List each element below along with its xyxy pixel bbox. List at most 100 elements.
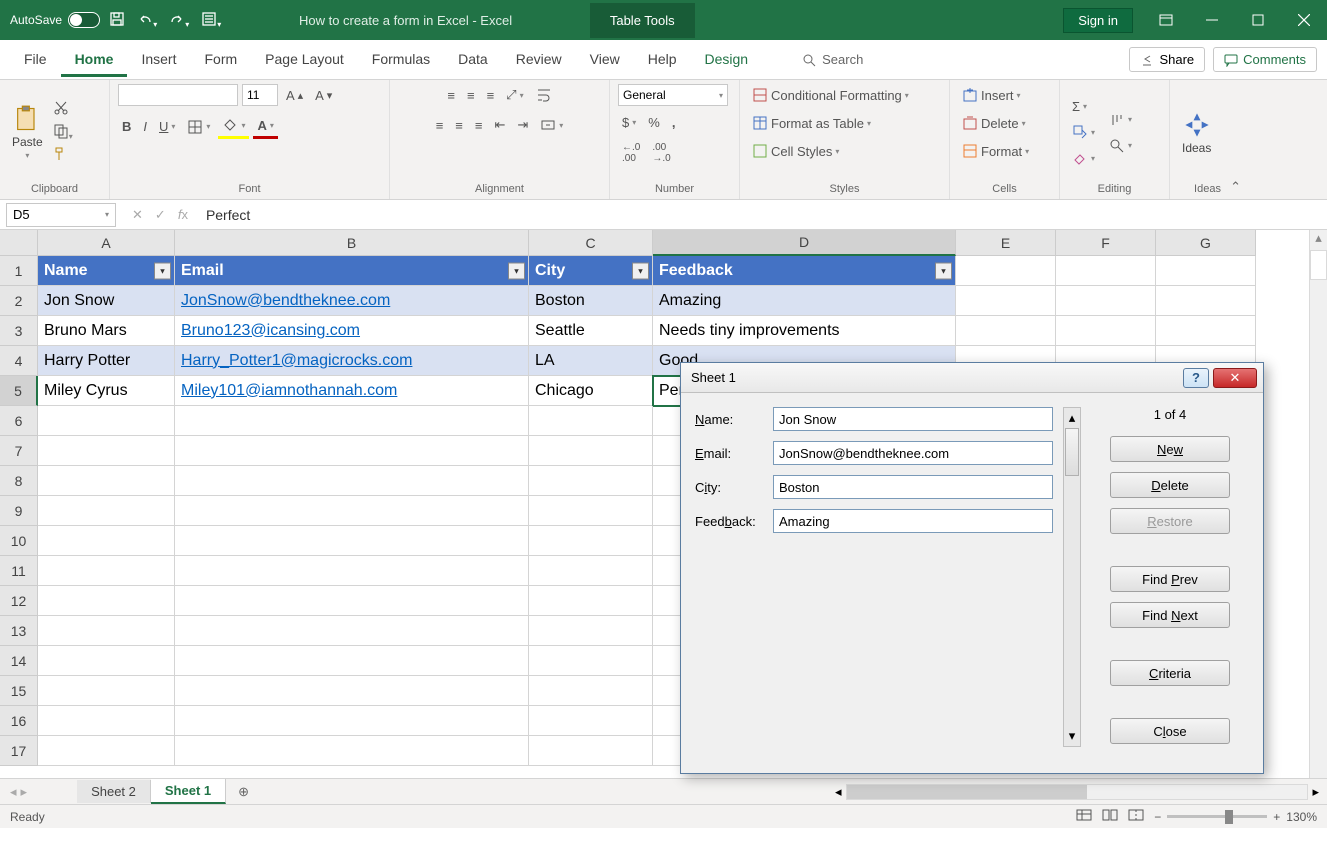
cell[interactable]	[38, 586, 175, 616]
next-sheet-icon[interactable]: ▸	[21, 784, 28, 800]
decrease-indent-icon[interactable]: ⇤	[490, 114, 509, 136]
cut-icon[interactable]	[53, 100, 73, 119]
delete-cells-button[interactable]: Delete▾	[958, 112, 1030, 134]
fx-icon[interactable]: fx	[178, 207, 188, 223]
row-header[interactable]: 9	[0, 496, 38, 526]
row-header[interactable]: 2	[0, 286, 38, 316]
form-find-next-button[interactable]: Find Next	[1110, 602, 1230, 628]
cell[interactable]	[38, 646, 175, 676]
cell[interactable]	[175, 526, 529, 556]
borders-button[interactable]: ▾	[183, 116, 214, 138]
cell[interactable]	[38, 406, 175, 436]
cell[interactable]: Harry Potter	[38, 346, 175, 376]
form-restore-button[interactable]: Restore	[1110, 508, 1230, 534]
cell[interactable]	[175, 586, 529, 616]
merge-center-icon[interactable]: ▾	[536, 114, 567, 136]
cell[interactable]: Chicago	[529, 376, 653, 406]
cell[interactable]	[38, 556, 175, 586]
table-header-cell[interactable]: City▾	[529, 256, 653, 286]
cell[interactable]	[175, 616, 529, 646]
cell[interactable]	[175, 406, 529, 436]
cell[interactable]: Miley101@iamnothannah.com	[175, 376, 529, 406]
table-header-cell[interactable]	[956, 256, 1056, 286]
comma-format-icon[interactable]: ,	[668, 112, 680, 133]
paste-button[interactable]: Paste ▾	[8, 101, 47, 164]
sheet-tab-inactive[interactable]: Sheet 2	[77, 780, 151, 803]
underline-button[interactable]: U▾	[155, 116, 179, 137]
font-size-input[interactable]	[242, 84, 278, 106]
decrease-font-icon[interactable]: A▾	[311, 85, 336, 106]
row-header[interactable]: 16	[0, 706, 38, 736]
form-new-button[interactable]: New	[1110, 436, 1230, 462]
cell[interactable]	[38, 616, 175, 646]
conditional-formatting-button[interactable]: Conditional Formatting▾	[748, 84, 913, 106]
tab-form[interactable]: Form	[190, 43, 251, 77]
row-header[interactable]: 15	[0, 676, 38, 706]
sort-filter-icon[interactable]: ▾	[1105, 109, 1136, 131]
horizontal-scrollbar[interactable]: ◂▸	[827, 784, 1327, 800]
cell[interactable]	[529, 466, 653, 496]
tab-page-layout[interactable]: Page Layout	[251, 43, 358, 77]
cell[interactable]	[529, 406, 653, 436]
cell[interactable]	[1156, 316, 1256, 346]
ribbon-display-icon[interactable]	[1143, 0, 1189, 40]
sign-in-button[interactable]: Sign in	[1063, 8, 1133, 33]
column-header[interactable]: E	[956, 230, 1056, 256]
dialog-scrollbar[interactable]: ▴▾	[1063, 407, 1081, 747]
page-layout-view-icon[interactable]	[1102, 809, 1118, 824]
table-header-cell[interactable]	[1156, 256, 1256, 286]
number-format-select[interactable]: General▾	[618, 84, 728, 106]
minimize-icon[interactable]	[1189, 0, 1235, 40]
percent-format-icon[interactable]: %	[644, 112, 664, 133]
prev-sheet-icon[interactable]: ◂	[10, 784, 17, 800]
format-cells-button[interactable]: Format▾	[958, 140, 1033, 162]
cell[interactable]	[1056, 316, 1156, 346]
cell[interactable]	[529, 646, 653, 676]
redo-icon[interactable]: ▾	[169, 11, 189, 30]
form-input-name[interactable]	[773, 407, 1053, 431]
sheet-tab-active[interactable]: Sheet 1	[151, 779, 226, 804]
cell[interactable]	[175, 496, 529, 526]
column-header[interactable]: B	[175, 230, 529, 256]
page-break-view-icon[interactable]	[1128, 809, 1144, 824]
select-all-triangle[interactable]	[0, 230, 38, 256]
cell[interactable]	[529, 736, 653, 766]
form-find-prev-button[interactable]: Find Prev	[1110, 566, 1230, 592]
undo-icon[interactable]: ▾	[137, 11, 157, 30]
tab-review[interactable]: Review	[502, 43, 576, 77]
new-sheet-icon[interactable]: ⊕	[226, 784, 261, 800]
row-header[interactable]: 8	[0, 466, 38, 496]
search-box[interactable]: Search	[802, 52, 863, 67]
form-input-city[interactable]	[773, 475, 1053, 499]
cell[interactable]	[175, 676, 529, 706]
font-color-button[interactable]: A▾	[253, 115, 277, 139]
save-icon[interactable]	[109, 11, 125, 30]
row-header[interactable]: 6	[0, 406, 38, 436]
cell[interactable]: Amazing	[653, 286, 956, 316]
cell[interactable]	[175, 646, 529, 676]
column-header[interactable]: A	[38, 230, 175, 256]
form-close-button[interactable]: Close	[1110, 718, 1230, 744]
cell[interactable]	[529, 706, 653, 736]
share-button[interactable]: Share	[1129, 47, 1205, 72]
maximize-icon[interactable]	[1235, 0, 1281, 40]
cell[interactable]	[529, 676, 653, 706]
cell[interactable]	[529, 616, 653, 646]
filter-dropdown-icon[interactable]: ▾	[508, 262, 525, 279]
row-header[interactable]: 14	[0, 646, 38, 676]
row-header[interactable]: 11	[0, 556, 38, 586]
close-icon[interactable]	[1281, 0, 1327, 40]
cell[interactable]	[175, 466, 529, 496]
enter-formula-icon[interactable]: ✓	[155, 207, 166, 223]
align-middle-icon[interactable]: ≡	[463, 85, 479, 106]
cell[interactable]: Bruno123@icansing.com	[175, 316, 529, 346]
tab-file[interactable]: File	[10, 43, 61, 77]
filter-dropdown-icon[interactable]: ▾	[154, 262, 171, 279]
cell[interactable]: Bruno Mars	[38, 316, 175, 346]
cell[interactable]: Boston	[529, 286, 653, 316]
cell[interactable]	[956, 286, 1056, 316]
cell[interactable]	[38, 706, 175, 736]
zoom-slider[interactable]	[1167, 815, 1267, 818]
cell[interactable]	[529, 586, 653, 616]
row-header[interactable]: 4	[0, 346, 38, 376]
